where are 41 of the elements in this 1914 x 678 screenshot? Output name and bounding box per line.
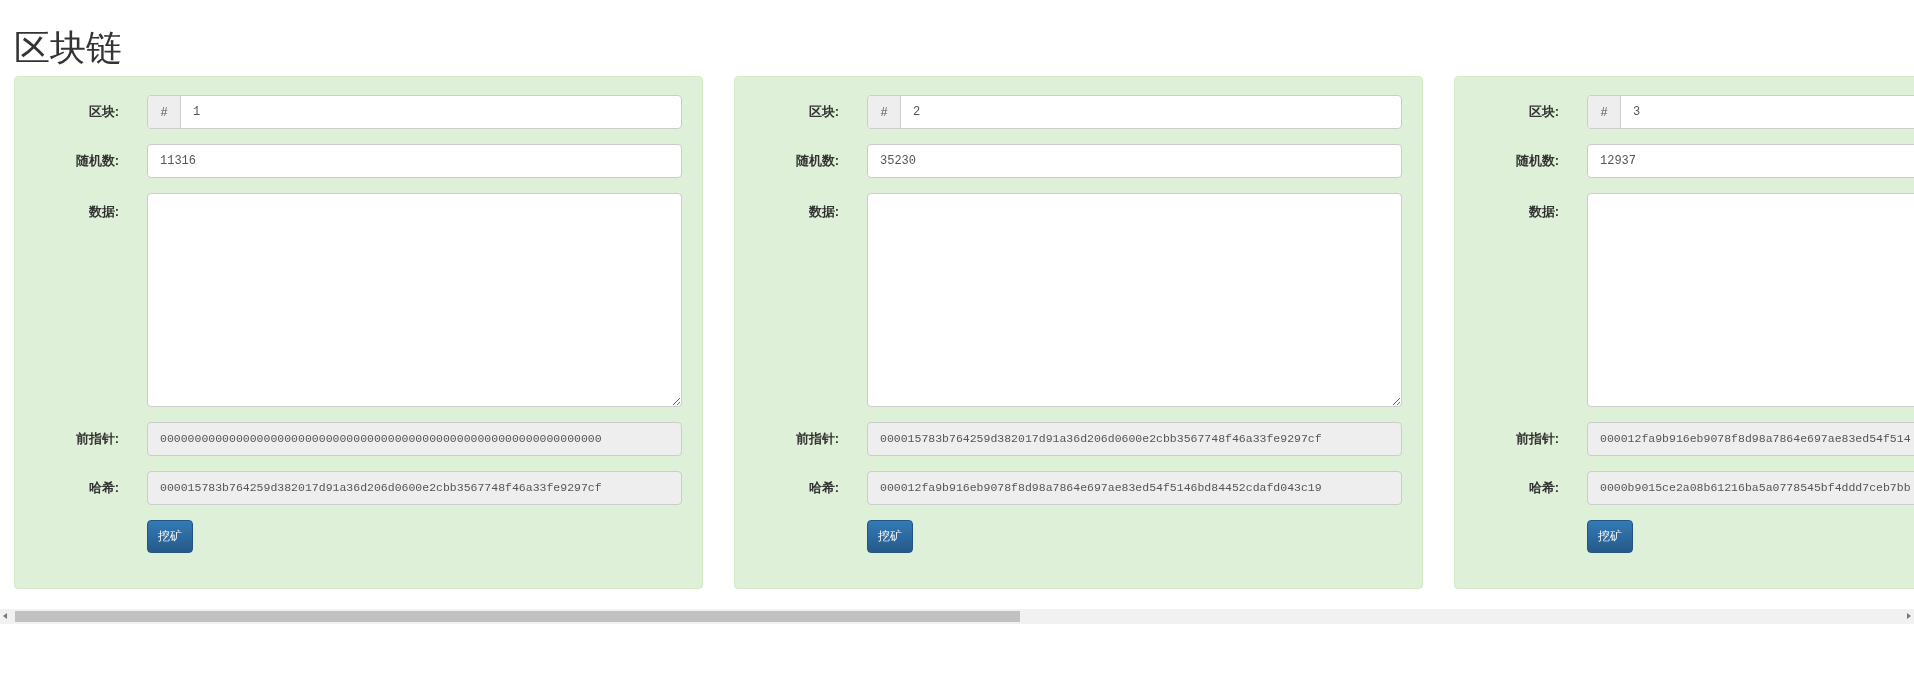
field-label: 前指针: (75, 430, 119, 446)
field-label: 哈希: (1528, 479, 1559, 495)
hash-field[interactable]: 000015783b764259d382017d91a36d206d0600e2cbb3567748f46a33fe9297cf (147, 470, 682, 505)
field-label: 随机数: (795, 152, 839, 168)
nonce-field[interactable]: 12937 (1587, 143, 1914, 178)
hash-prefix: # (868, 95, 901, 128)
page-title: 区块链 (14, 28, 122, 68)
field-label: 区块: (1528, 103, 1559, 119)
hash-field[interactable]: 000012fa9b916eb9078f8d98a7864e697ae83ed54f5146bd84452cdafd043c19 (867, 470, 1402, 505)
field-label: 哈希: (808, 479, 839, 495)
field-label: 前指针: (1515, 430, 1559, 446)
hash-prefix: # (148, 95, 181, 128)
block-number-field[interactable]: # 3 (1587, 94, 1914, 129)
field-label: 数据: (1528, 203, 1559, 219)
field-label: 区块: (88, 103, 119, 119)
block-number-field[interactable]: # 2 (867, 94, 1402, 129)
previous-hash-field[interactable]: 0000000000000000000000000000000000000000000000000000000000000000 (147, 421, 682, 456)
hash-prefix: # (1588, 95, 1621, 128)
field-label: 随机数: (75, 152, 119, 168)
scrollbar-thumb[interactable] (15, 610, 1020, 622)
block-number-value: 1 (192, 103, 202, 121)
field-label: 前指针: (795, 430, 839, 446)
field-label: 数据: (88, 203, 119, 219)
field-label: 哈希: (88, 479, 119, 495)
block-number-value: 3 (1632, 103, 1642, 121)
mine-button[interactable]: 挖矿 (1587, 519, 1633, 553)
hash-field[interactable]: 0000b9015ce2a08b61216ba5a0778545bf4ddd7ceb7bb (1587, 470, 1914, 505)
field-label: 随机数: (1515, 152, 1559, 168)
previous-hash-field[interactable]: 000012fa9b916eb9078f8d98a7864e697ae83ed54f514 (1587, 421, 1914, 456)
block-number-value: 2 (912, 103, 922, 121)
field-label: 区块: (808, 103, 839, 119)
nonce-field[interactable]: 35230 (867, 143, 1402, 178)
horizontal-scrollbar[interactable] (0, 608, 1914, 624)
data-textarea[interactable] (867, 192, 1402, 407)
block-number-field[interactable]: # 1 (147, 94, 682, 129)
data-textarea[interactable] (147, 192, 682, 407)
mine-button[interactable]: 挖矿 (147, 519, 193, 553)
field-label: 数据: (808, 203, 839, 219)
nonce-field[interactable]: 11316 (147, 143, 682, 178)
previous-hash-field[interactable]: 000015783b764259d382017d91a36d206d0600e2cbb3567748f46a33fe9297cf (867, 421, 1402, 456)
mine-button[interactable]: 挖矿 (867, 519, 913, 553)
